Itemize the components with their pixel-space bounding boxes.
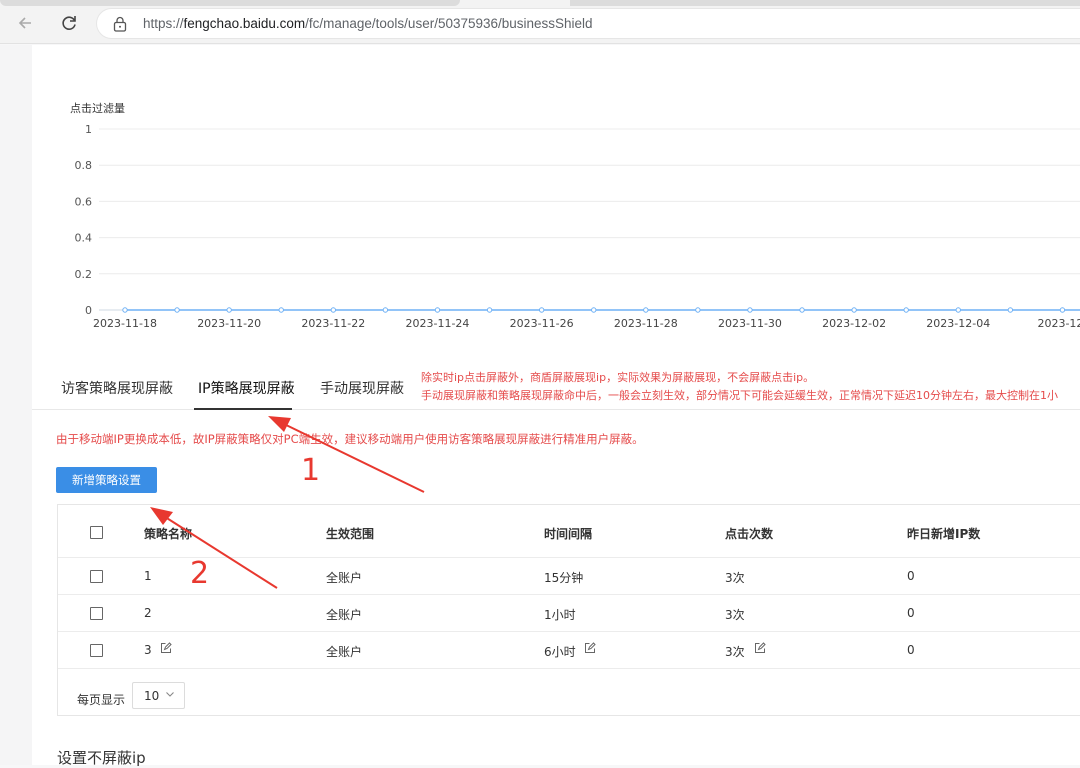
click-filter-chart: 点击过滤量 0 0.2 0.4 0.6 0.8 1 2023-11-18 2023-11-20 2… <box>32 45 1080 345</box>
select-all-checkbox[interactable] <box>90 526 103 539</box>
x-tick-label: 2023-11-24 <box>406 317 470 330</box>
header-name[interactable]: 策略名称 <box>144 525 192 542</box>
row-checkbox[interactable] <box>90 644 103 657</box>
row-name: 1 <box>144 569 152 583</box>
data-point <box>538 307 545 313</box>
tip-line-1: 除实时ip点击屏蔽外，商盾屏蔽展现ip，实际效果为屏蔽展现，不会屏蔽点击ip。 <box>421 371 815 384</box>
browser-tabstrip <box>0 0 1080 6</box>
back-icon[interactable] <box>14 12 36 34</box>
edit-interval-icon[interactable] <box>584 642 596 654</box>
page-content: 点击过滤量 0 0.2 0.4 0.6 0.8 1 2023-11-18 2023-11-20 2… <box>32 45 1080 767</box>
data-point <box>382 307 389 313</box>
row-name: 3 <box>144 643 152 657</box>
data-point <box>851 307 857 313</box>
lock-icon <box>113 16 127 32</box>
row-interval: 1小时 <box>544 608 576 622</box>
chart-svg: 点击过滤量 0 0.2 0.4 0.6 0.8 1 2023-11-18 2023-11-20 2… <box>70 102 1080 330</box>
data-point <box>278 307 284 313</box>
x-tick-label: 2023-11-26 <box>510 317 574 330</box>
tab-manual-shield[interactable]: 手动展现屏蔽 <box>320 378 404 398</box>
x-tick-label: 2023-11-30 <box>718 317 782 330</box>
header-clicks[interactable]: 点击次数 <box>725 525 773 542</box>
strategy-table: 策略名称 生效范围 时间间隔 点击次数 昨日新增IP数 1 全账户 15分钟 3… <box>57 504 1080 716</box>
data-point <box>122 307 128 313</box>
y-tick-label: 0 <box>85 304 92 317</box>
table-row[interactable]: 1 全账户 15分钟 3次 0 <box>58 558 1080 595</box>
y-axis-label: 点击过滤量 <box>70 102 125 115</box>
data-point <box>747 307 753 313</box>
tip-line-2: 手动展现屏蔽和策略展现屏蔽命中后，一般会立刻生效，部分情况下可能会延缓生效，正常… <box>421 389 1058 402</box>
edit-clicks-icon[interactable] <box>754 642 766 654</box>
page-size-label: 每页显示 <box>77 693 126 707</box>
table-row[interactable]: 2 全账户 1小时 3次 0 <box>58 595 1080 632</box>
url-path: /fc/manage/tools/user/50375936/businessS… <box>305 16 593 31</box>
url-prefix: https:// <box>143 16 184 31</box>
data-point <box>1007 307 1014 313</box>
x-tick-label: 2023-11-18 <box>93 317 157 330</box>
header-new-ips[interactable]: 昨日新增IP数 <box>907 525 980 542</box>
x-tick-label: 2023-12- <box>1037 317 1080 330</box>
active-tab-indicator <box>194 408 292 410</box>
table-row[interactable]: 3 全账户 6小时 3次 0 <box>58 632 1080 669</box>
page-size-select[interactable]: 10 <box>132 682 185 709</box>
reload-icon[interactable] <box>58 12 80 34</box>
browser-toolbar: https://fengchao.baidu.com/fc/manage/too… <box>0 0 1080 44</box>
mobile-warning: 由于移动端IP更换成本低，故IP屏蔽策略仅对PC端生效，建议移动端用户使用访客策… <box>56 432 644 446</box>
row-clicks: 3次 <box>725 608 745 622</box>
row-name: 2 <box>144 606 152 620</box>
row-new-ips: 0 <box>907 569 915 583</box>
data-point <box>643 307 649 313</box>
row-new-ips: 0 <box>907 643 915 657</box>
x-tick-label: 2023-11-20 <box>197 317 261 330</box>
address-bar[interactable]: https://fengchao.baidu.com/fc/manage/too… <box>96 8 1080 39</box>
edit-name-icon[interactable] <box>160 642 172 654</box>
header-scope[interactable]: 生效范围 <box>326 525 374 542</box>
data-point <box>903 307 909 313</box>
row-interval: 6小时 <box>544 645 576 659</box>
y-tick-label: 0.6 <box>75 195 93 208</box>
row-checkbox[interactable] <box>90 570 103 583</box>
data-point <box>226 307 232 313</box>
x-tick-label: 2023-12-02 <box>822 317 886 330</box>
table-header: 策略名称 生效范围 时间间隔 点击次数 昨日新增IP数 <box>58 505 1080 558</box>
row-clicks: 3次 <box>725 571 745 585</box>
x-tick-label: 2023-11-22 <box>301 317 365 330</box>
y-tick-label: 0.2 <box>75 268 93 281</box>
browser-tab[interactable] <box>570 0 1080 6</box>
y-tick-label: 0.4 <box>75 232 93 245</box>
browser-tab[interactable] <box>0 0 460 6</box>
row-new-ips: 0 <box>907 606 915 620</box>
side-gutter <box>0 45 32 765</box>
page-size-value: 10 <box>144 689 160 703</box>
data-point <box>1059 307 1066 313</box>
url-host: fengchao.baidu.com <box>183 16 306 31</box>
data-point <box>799 307 805 313</box>
data-point <box>955 307 961 313</box>
data-point <box>486 307 493 313</box>
y-tick-label: 1 <box>85 123 92 136</box>
data-point <box>695 307 701 313</box>
row-clicks: 3次 <box>725 645 745 659</box>
header-interval[interactable]: 时间间隔 <box>544 525 592 542</box>
add-strategy-button[interactable]: 新增策略设置 <box>56 467 157 493</box>
x-tick-label: 2023-12-04 <box>926 317 990 330</box>
x-tick-label: 2023-11-28 <box>614 317 678 330</box>
y-tick-label: 0.8 <box>75 159 93 172</box>
tab-visitor-strategy[interactable]: 访客策略展现屏蔽 <box>61 378 173 398</box>
row-scope: 全账户 <box>326 645 363 659</box>
row-interval: 15分钟 <box>544 571 584 585</box>
tab-ip-strategy[interactable]: IP策略展现屏蔽 <box>198 378 295 398</box>
row-scope: 全账户 <box>326 608 363 622</box>
data-point <box>591 307 597 313</box>
row-checkbox[interactable] <box>90 607 103 620</box>
data-point <box>330 307 337 313</box>
data-point <box>174 307 180 313</box>
row-scope: 全账户 <box>326 571 363 585</box>
data-point <box>434 307 441 313</box>
url-text[interactable]: https://fengchao.baidu.com/fc/manage/too… <box>143 16 593 31</box>
chevron-down-icon <box>166 692 174 697</box>
